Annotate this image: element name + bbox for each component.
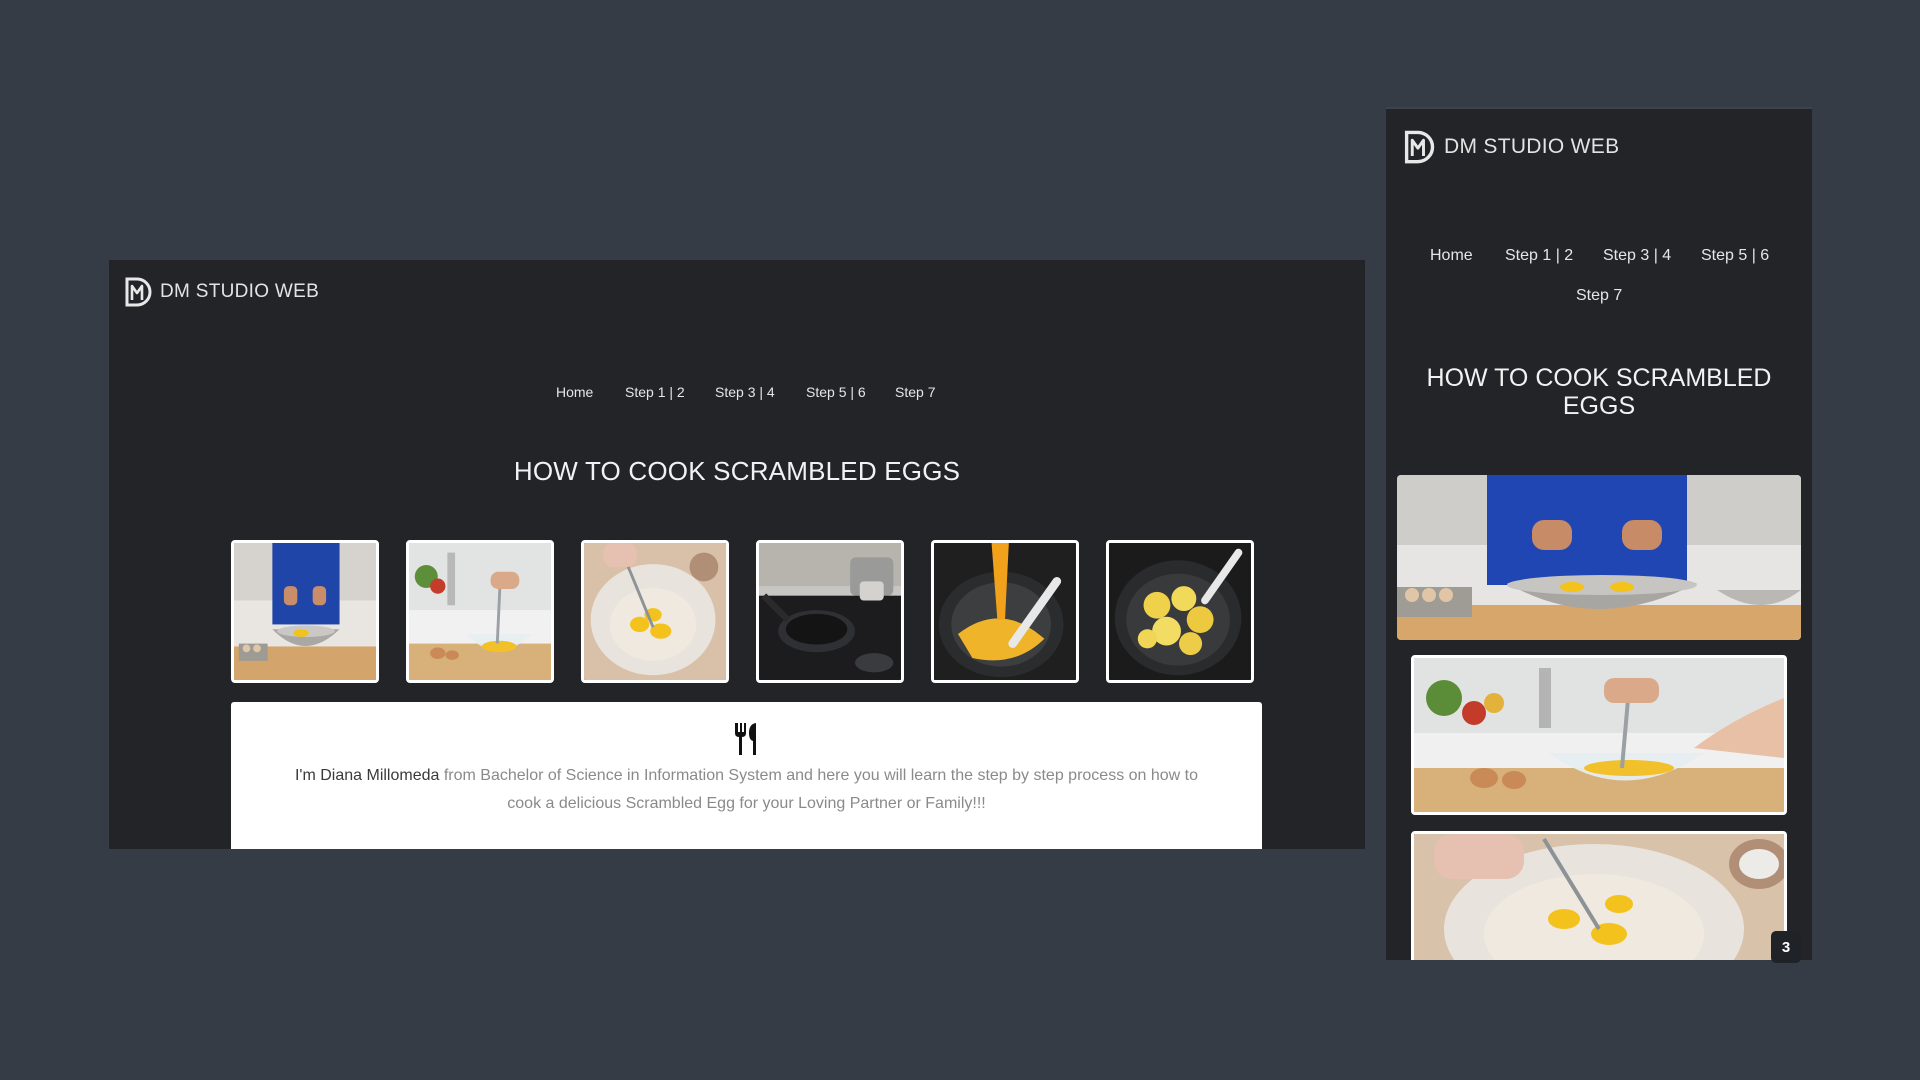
gallery-thumb-1[interactable] [231,540,379,683]
nav-step-7[interactable]: Step 7 [895,384,935,400]
intro-description: from Bachelor of Science in Information … [439,767,1199,812]
desktop-preview: DM STUDIO WEB Home Step 1 | 2 Step 3 | 4… [109,260,1365,849]
intro-text: I'm Diana Millomeda from Bachelor of Sci… [291,762,1202,818]
gallery-thumb-5[interactable] [931,540,1079,683]
nav-step-3-4-mobile[interactable]: Step 3 | 4 [1603,247,1671,265]
pouring-eggs-image [934,543,1076,680]
nav-step-1-2[interactable]: Step 1 | 2 [625,384,685,400]
mobile-image-1[interactable] [1397,475,1801,640]
nav-step-7-mobile[interactable]: Step 7 [1576,287,1622,305]
dm-monogram-icon [123,276,153,308]
whisking-eggs-image [409,543,551,680]
dm-monogram-icon [1402,129,1436,165]
beaten-yolks-image [1414,834,1784,960]
brand-logo-mobile[interactable]: DM STUDIO WEB [1402,129,1619,165]
gallery-thumb-6[interactable] [1106,540,1254,683]
whisking-eggs-image [1414,658,1784,812]
brand-name-mobile: DM STUDIO WEB [1444,135,1620,158]
mobile-image-2[interactable] [1411,655,1787,815]
mobile-preview: DM STUDIO WEB Home Step 1 | 2 Step 3 | 4… [1386,107,1812,960]
nav-step-3-4[interactable]: Step 3 | 4 [715,384,775,400]
beaten-yolks-image [584,543,726,680]
nav-step-5-6[interactable]: Step 5 | 6 [806,384,866,400]
nav-home[interactable]: Home [556,384,593,400]
intro-card: I'm Diana Millomeda from Bachelor of Sci… [231,702,1262,849]
nav-step-5-6-mobile[interactable]: Step 5 | 6 [1701,247,1769,265]
gallery-thumb-3[interactable] [581,540,729,683]
page-title-mobile: HOW TO COOK SCRAMBLED EGGS [1426,364,1772,420]
nav-step-1-2-mobile[interactable]: Step 1 | 2 [1505,247,1573,265]
mobile-image-3[interactable] [1411,831,1787,960]
nav-home-mobile[interactable]: Home [1430,247,1473,265]
cracking-eggs-image [1397,475,1801,640]
scrambled-eggs-image [1109,543,1251,680]
author-name: I'm Diana Millomeda [294,767,440,784]
page-number-badge: 3 [1771,931,1801,963]
gallery-thumb-2[interactable] [406,540,554,683]
gallery-thumb-4[interactable] [756,540,904,683]
cracking-eggs-image [234,543,376,680]
utensils-icon [735,723,756,755]
brand-name: DM STUDIO WEB [160,281,320,302]
brand-logo[interactable]: DM STUDIO WEB [123,276,319,308]
pan-on-stove-image [759,543,901,680]
page-title: HOW TO COOK SCRAMBLED EGGS [513,456,961,486]
